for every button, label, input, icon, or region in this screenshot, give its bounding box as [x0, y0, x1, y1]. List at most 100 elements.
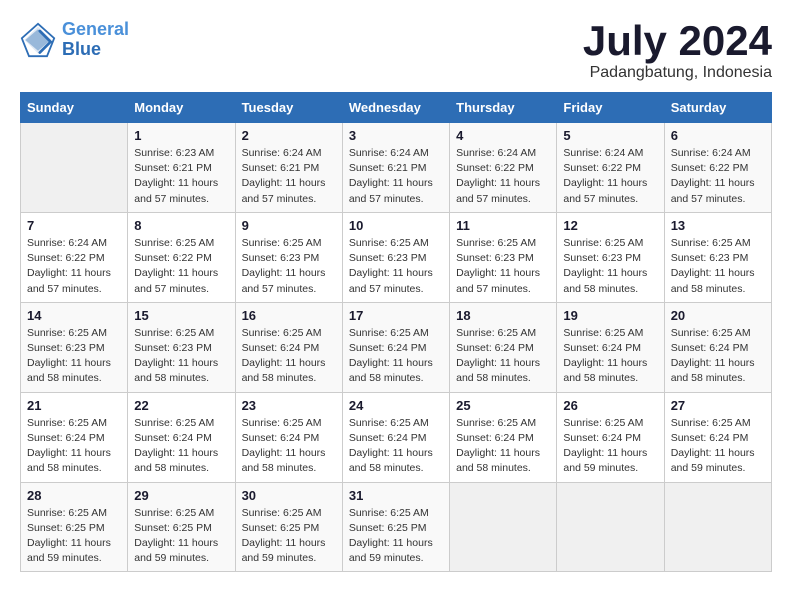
day-number: 8: [134, 218, 228, 233]
calendar-cell: 25Sunrise: 6:25 AMSunset: 6:24 PMDayligh…: [450, 392, 557, 482]
calendar-cell: 24 Sunrise: 6:25 AMSunset: 6:24 PMDayligh…: [342, 392, 449, 482]
calendar-cell: [450, 482, 557, 572]
cell-info: Sunrise: 6:25 AMSunset: 6:24 PMDaylight:…: [242, 326, 336, 387]
calendar-week-4: 21 Sunrise: 6:25 AMSunset: 6:24 PMDayligh…: [21, 392, 772, 482]
cell-info: Sunrise: 6:25 AMSunset: 6:23 PMDaylight:…: [671, 236, 765, 297]
day-number: 30: [242, 488, 336, 503]
calendar-cell: 8 Sunrise: 6:25 AMSunset: 6:22 PMDaylight…: [128, 212, 235, 302]
cell-info: Sunrise: 6:25 AMSunset: 6:24 PMDaylight:…: [349, 326, 443, 387]
cell-info: Sunrise: 6:24 AMSunset: 6:21 PMDaylight:…: [349, 146, 443, 207]
day-number: 6: [671, 128, 765, 143]
calendar-cell: 9 Sunrise: 6:25 AMSunset: 6:23 PMDaylight…: [235, 212, 342, 302]
cell-info: Sunrise: 6:25 AMSunset: 6:24 PMDaylight:…: [671, 416, 765, 477]
cell-info: Sunrise: 6:25 AMSunset: 6:24 PMDaylight:…: [563, 326, 657, 387]
day-number: 28: [27, 488, 121, 503]
page-header: General Blue July 2024 Padangbatung, Ind…: [20, 20, 772, 82]
calendar-week-1: 1 Sunrise: 6:23 AMSunset: 6:21 PMDaylight…: [21, 123, 772, 213]
calendar-cell: 4 Sunrise: 6:24 AMSunset: 6:22 PMDaylight…: [450, 123, 557, 213]
day-header-tuesday: Tuesday: [235, 93, 342, 123]
cell-info: Sunrise: 6:25 AMSunset: 6:24 PMDaylight:…: [349, 416, 443, 477]
day-number: 2: [242, 128, 336, 143]
cell-info: Sunrise: 6:25 AMSunset: 6:23 PMDaylight:…: [134, 326, 228, 387]
calendar-cell: 13 Sunrise: 6:25 AMSunset: 6:23 PMDayligh…: [664, 212, 771, 302]
day-number: 4: [456, 128, 550, 143]
cell-info: Sunrise: 6:25 AMSunset: 6:23 PMDaylight:…: [242, 236, 336, 297]
cell-info: Sunrise: 6:25 AMSunset: 6:24 PMDaylight:…: [671, 326, 765, 387]
calendar-table: SundayMondayTuesdayWednesdayThursdayFrid…: [20, 92, 772, 572]
day-number: 16: [242, 308, 336, 323]
calendar-cell: 21Sunrise: 6:25 AMSunset: 6:24 PMDayligh…: [21, 392, 128, 482]
cell-info: Sunrise: 6:25 AMSunset: 6:23 PMDaylight:…: [456, 236, 550, 297]
cell-info: Sunrise: 6:24 AMSunset: 6:22 PMDaylight:…: [671, 146, 765, 207]
calendar-cell: 29Sunrise: 6:25 AMSunset: 6:25 PMDayligh…: [128, 482, 235, 572]
calendar-cell: 2 Sunrise: 6:24 AMSunset: 6:21 PMDaylight…: [235, 123, 342, 213]
cell-info: Sunrise: 6:24 AMSunset: 6:22 PMDaylight:…: [563, 146, 657, 207]
day-number: 11: [456, 218, 550, 233]
day-number: 23: [242, 398, 336, 413]
calendar-cell: 26 Sunrise: 6:25 AMSunset: 6:24 PMDayligh…: [557, 392, 664, 482]
cell-info: Sunrise: 6:25 AMSunset: 6:23 PMDaylight:…: [27, 326, 121, 387]
calendar-cell: 15Sunrise: 6:25 AMSunset: 6:23 PMDayligh…: [128, 302, 235, 392]
cell-info: Sunrise: 6:24 AMSunset: 6:21 PMDaylight:…: [242, 146, 336, 207]
day-number: 25: [456, 398, 550, 413]
calendar-cell: 18 Sunrise: 6:25 AMSunset: 6:24 PMDayligh…: [450, 302, 557, 392]
calendar-cell: 1 Sunrise: 6:23 AMSunset: 6:21 PMDaylight…: [128, 123, 235, 213]
cell-info: Sunrise: 6:25 AMSunset: 6:24 PMDaylight:…: [563, 416, 657, 477]
cell-info: Sunrise: 6:25 AMSunset: 6:22 PMDaylight:…: [134, 236, 228, 297]
day-number: 1: [134, 128, 228, 143]
location-subtitle: Padangbatung, Indonesia: [583, 64, 772, 82]
day-number: 21: [27, 398, 121, 413]
calendar-week-2: 7Sunrise: 6:24 AMSunset: 6:22 PMDaylight…: [21, 212, 772, 302]
cell-info: Sunrise: 6:25 AMSunset: 6:24 PMDaylight:…: [242, 416, 336, 477]
cell-info: Sunrise: 6:24 AMSunset: 6:22 PMDaylight:…: [456, 146, 550, 207]
cell-info: Sunrise: 6:25 AMSunset: 6:23 PMDaylight:…: [349, 236, 443, 297]
day-number: 14: [27, 308, 121, 323]
calendar-cell: 16 Sunrise: 6:25 AMSunset: 6:24 PMDayligh…: [235, 302, 342, 392]
day-number: 19: [563, 308, 657, 323]
days-header-row: SundayMondayTuesdayWednesdayThursdayFrid…: [21, 93, 772, 123]
day-number: 13: [671, 218, 765, 233]
month-title: July 2024: [583, 20, 772, 62]
title-block: July 2024 Padangbatung, Indonesia: [583, 20, 772, 82]
day-number: 3: [349, 128, 443, 143]
day-header-thursday: Thursday: [450, 93, 557, 123]
calendar-week-5: 28 Sunrise: 6:25 AMSunset: 6:25 PMDayligh…: [21, 482, 772, 572]
calendar-cell: 10 Sunrise: 6:25 AMSunset: 6:23 PMDayligh…: [342, 212, 449, 302]
calendar-cell: 28Sunrise: 6:25 AMSunset: 6:25 PMDayligh…: [21, 482, 128, 572]
day-number: 10: [349, 218, 443, 233]
calendar-cell: [21, 123, 128, 213]
calendar-cell: [664, 482, 771, 572]
cell-info: Sunrise: 6:25 AMSunset: 6:24 PMDaylight:…: [456, 326, 550, 387]
day-number: 31: [349, 488, 443, 503]
calendar-cell: 22Sunrise: 6:25 AMSunset: 6:24 PMDayligh…: [128, 392, 235, 482]
calendar-cell: 5 Sunrise: 6:24 AMSunset: 6:22 PMDaylight…: [557, 123, 664, 213]
calendar-cell: 17 Sunrise: 6:25 AMSunset: 6:24 PMDayligh…: [342, 302, 449, 392]
calendar-cell: 23 Sunrise: 6:25 AMSunset: 6:24 PMDayligh…: [235, 392, 342, 482]
day-number: 18: [456, 308, 550, 323]
cell-info: Sunrise: 6:25 AMSunset: 6:24 PMDaylight:…: [134, 416, 228, 477]
day-number: 26: [563, 398, 657, 413]
day-number: 20: [671, 308, 765, 323]
day-number: 24: [349, 398, 443, 413]
cell-info: Sunrise: 6:25 AMSunset: 6:25 PMDaylight:…: [134, 506, 228, 567]
day-number: 9: [242, 218, 336, 233]
calendar-cell: 20 Sunrise: 6:25 AMSunset: 6:24 PMDayligh…: [664, 302, 771, 392]
logo-line1: General: [62, 19, 129, 39]
calendar-cell: 6 Sunrise: 6:24 AMSunset: 6:22 PMDaylight…: [664, 123, 771, 213]
calendar-cell: 12Sunrise: 6:25 AMSunset: 6:23 PMDayligh…: [557, 212, 664, 302]
day-number: 5: [563, 128, 657, 143]
calendar-cell: 7Sunrise: 6:24 AMSunset: 6:22 PMDaylight…: [21, 212, 128, 302]
logo-icon: [20, 22, 56, 58]
cell-info: Sunrise: 6:25 AMSunset: 6:25 PMDaylight:…: [349, 506, 443, 567]
calendar-cell: [557, 482, 664, 572]
cell-info: Sunrise: 6:23 AMSunset: 6:21 PMDaylight:…: [134, 146, 228, 207]
day-header-wednesday: Wednesday: [342, 93, 449, 123]
calendar-week-3: 14 Sunrise: 6:25 AMSunset: 6:23 PMDayligh…: [21, 302, 772, 392]
day-number: 17: [349, 308, 443, 323]
cell-info: Sunrise: 6:24 AMSunset: 6:22 PMDaylight:…: [27, 236, 121, 297]
calendar-cell: 30Sunrise: 6:25 AMSunset: 6:25 PMDayligh…: [235, 482, 342, 572]
day-header-monday: Monday: [128, 93, 235, 123]
calendar-cell: 19 Sunrise: 6:25 AMSunset: 6:24 PMDayligh…: [557, 302, 664, 392]
day-header-saturday: Saturday: [664, 93, 771, 123]
calendar-cell: 11 Sunrise: 6:25 AMSunset: 6:23 PMDayligh…: [450, 212, 557, 302]
